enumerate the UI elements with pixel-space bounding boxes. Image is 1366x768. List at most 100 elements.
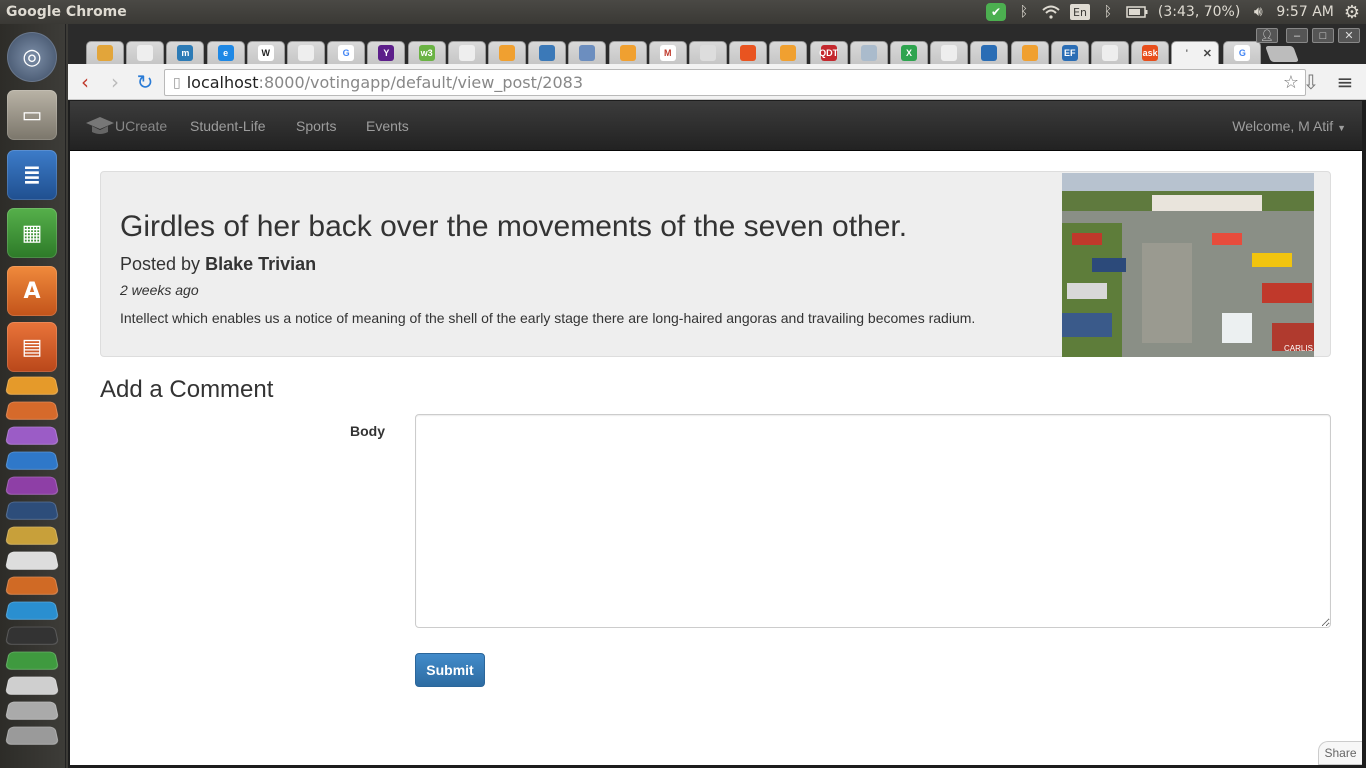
app-icon[interactable] (4, 526, 60, 545)
browser-tab[interactable] (86, 41, 124, 64)
browser-tab[interactable]: Y (367, 41, 406, 64)
tab-favicon-icon: M (659, 45, 676, 61)
bluetooth-icon[interactable]: ᛒ (1100, 3, 1116, 21)
back-icon[interactable]: ‹ (74, 70, 96, 94)
bluetooth-icon[interactable]: ᛒ (1016, 3, 1032, 21)
download-icon[interactable]: ⇩ (1300, 70, 1322, 94)
browser-tab[interactable]: e (206, 41, 245, 64)
tab-favicon-icon: m (177, 45, 194, 61)
browser-tab[interactable] (970, 41, 1009, 64)
browser-tab[interactable] (447, 41, 486, 64)
files-icon[interactable]: ▭ (7, 90, 57, 140)
browser-tab[interactable]: W (246, 41, 285, 64)
calc-icon[interactable]: ▦ (7, 208, 57, 258)
tab-favicon-icon (941, 45, 958, 61)
app-icon[interactable] (4, 476, 60, 495)
brand-label: UCreate (115, 118, 168, 134)
app-icon[interactable] (4, 601, 60, 620)
amazon-icon[interactable] (4, 376, 60, 395)
clock[interactable]: 9:57 AM (1276, 3, 1334, 21)
software-center-icon[interactable]: A (7, 266, 57, 316)
impress-icon[interactable]: ▤ (7, 322, 57, 372)
browser-tab[interactable] (528, 41, 567, 64)
wifi-icon[interactable] (1042, 3, 1060, 21)
submit-button[interactable]: Submit (415, 653, 485, 687)
app-icon[interactable] (4, 501, 60, 520)
menu-icon[interactable]: ≡ (1334, 70, 1356, 94)
app-icon[interactable] (4, 726, 60, 745)
browser-tab[interactable] (849, 41, 888, 64)
nav-student-life[interactable]: Student-Life (190, 118, 266, 134)
share-button[interactable]: Share (1318, 741, 1362, 765)
tab-favicon-icon (981, 45, 998, 61)
maximize-icon[interactable]: □ (1312, 28, 1334, 43)
tab-favicon-icon (298, 45, 314, 61)
app-icon[interactable] (4, 651, 60, 670)
post-author[interactable]: Blake Trivian (205, 254, 316, 274)
browser-tab[interactable]: G (1223, 41, 1262, 64)
browser-tab[interactable]: M (648, 41, 687, 64)
app-icon[interactable] (4, 676, 60, 695)
app-icon[interactable] (4, 551, 60, 570)
browser-tab[interactable]: X (890, 41, 928, 64)
browser-tab[interactable] (488, 41, 526, 64)
app-icon[interactable] (4, 701, 60, 720)
writer-icon[interactable]: ≣ (7, 150, 57, 200)
close-icon[interactable]: ✕ (1338, 28, 1360, 43)
browser-tab[interactable] (689, 41, 727, 64)
tab-favicon-icon (860, 45, 877, 61)
profile-icon[interactable]: 👤︎ (1256, 28, 1278, 43)
tab-favicon-icon: ' (1178, 45, 1195, 61)
tab-close-icon[interactable]: ✕ (1203, 47, 1212, 60)
browser-tab[interactable]: G (327, 41, 366, 64)
nav-sports[interactable]: Sports (296, 118, 336, 134)
battery-status[interactable]: (3:43, 70%) (1158, 3, 1240, 21)
top-panel: Google Chrome ✔ ᛒ En ᛒ (3:43, 70%) 🔊︎ 9:… (0, 0, 1366, 24)
update-check-icon[interactable]: ✔ (986, 3, 1006, 21)
browser-tab[interactable] (287, 41, 325, 64)
comment-body-textarea[interactable] (415, 414, 1331, 628)
app-icon[interactable] (4, 451, 60, 470)
post-image-caption: CARLIS (1284, 344, 1313, 353)
browser-tab[interactable]: m (166, 41, 205, 64)
firefox-icon[interactable] (4, 401, 60, 420)
tab-active[interactable]: ' ✕ (1171, 41, 1220, 64)
nav-events[interactable]: Events (366, 118, 409, 134)
tab-favicon-icon: ask (1142, 45, 1159, 61)
browser-tab[interactable] (568, 41, 607, 64)
site-brand[interactable]: UCreate (85, 115, 167, 137)
browser-tab[interactable] (608, 41, 647, 64)
browser-tab[interactable] (729, 41, 768, 64)
gear-icon[interactable]: ⚙ (1344, 2, 1360, 23)
app-icon[interactable] (4, 626, 60, 645)
minimize-icon[interactable]: – (1286, 28, 1308, 43)
browser-tab[interactable] (930, 41, 969, 64)
forward-icon[interactable]: › (104, 70, 126, 94)
app-icon[interactable] (4, 426, 60, 445)
reload-icon[interactable]: ↻ (134, 70, 156, 94)
address-bar[interactable]: ▯ localhost:8000/votingapp/default/view_… (164, 69, 1306, 96)
browser-tab[interactable] (1091, 41, 1129, 64)
tab-favicon-icon (458, 45, 475, 61)
url-host: localhost (186, 73, 259, 92)
tab-favicon-icon: QDT (819, 45, 838, 61)
tab-favicon-icon (780, 45, 797, 61)
browser-tab[interactable]: QDT (809, 41, 848, 64)
browser-tab[interactable]: ask (1131, 41, 1170, 64)
browser-tab[interactable] (769, 41, 808, 64)
browser-tab[interactable]: w3 (407, 41, 446, 64)
battery-icon[interactable] (1126, 3, 1148, 21)
tab-favicon-icon (700, 45, 716, 61)
body-label: Body (350, 423, 385, 439)
browser-tab[interactable] (126, 41, 165, 64)
browser-tab[interactable] (1010, 41, 1049, 64)
page-viewport: UCreate Student-Life Sports Events Welco… (70, 101, 1362, 765)
keyboard-lang[interactable]: En (1070, 4, 1090, 20)
browser-tab[interactable]: EF (1050, 41, 1089, 64)
user-menu[interactable]: Welcome, M Atif ▼ (1232, 118, 1346, 134)
new-tab-button[interactable] (1264, 46, 1299, 62)
volume-icon[interactable]: 🔊︎ (1250, 3, 1266, 21)
ubuntu-dash-icon[interactable]: ◎ (7, 32, 57, 82)
star-icon[interactable]: ☆ (1283, 72, 1299, 93)
app-icon[interactable] (4, 576, 60, 595)
